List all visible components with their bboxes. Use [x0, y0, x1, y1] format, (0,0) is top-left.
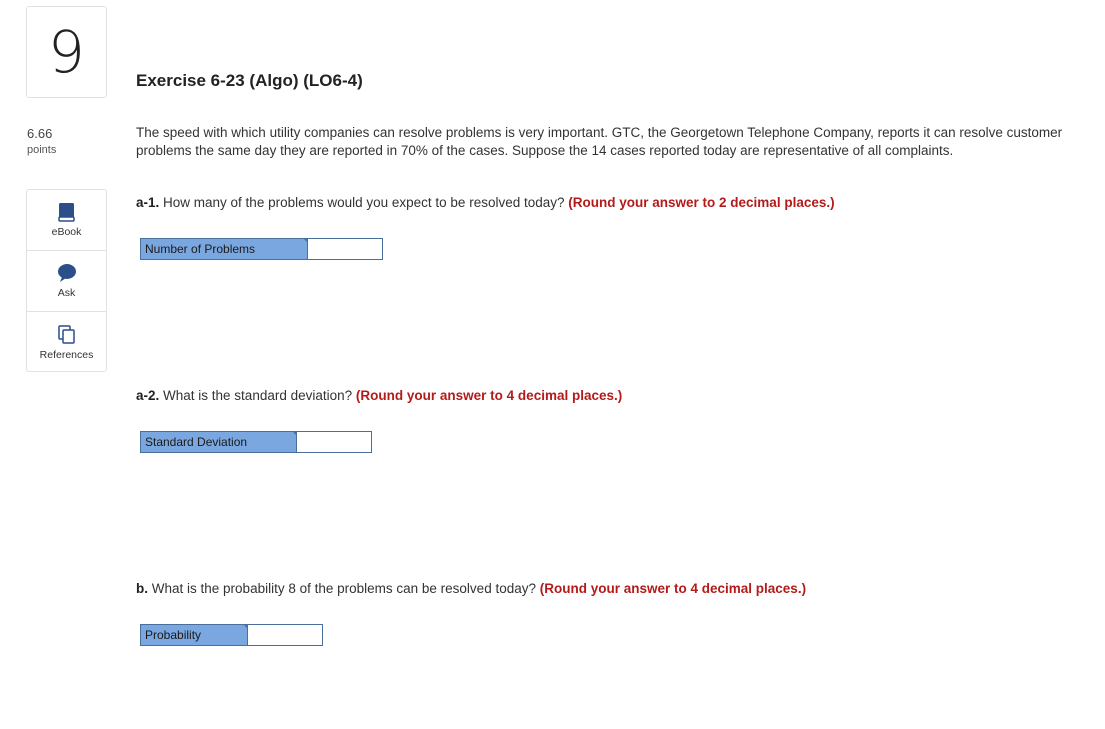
part-label: b.	[136, 581, 148, 596]
answer-cell	[296, 432, 371, 452]
answer-row-standard-deviation: Standard Deviation	[140, 431, 372, 453]
ask-button[interactable]: Ask	[27, 251, 106, 312]
standard-deviation-input[interactable]	[297, 432, 371, 452]
part-label: a-1.	[136, 195, 160, 210]
question-part-b: b. What is the probability 8 of the prob…	[136, 581, 806, 596]
answer-row-probability: Probability	[140, 624, 323, 646]
question-part-a1: a-1. How many of the problems would you …	[136, 195, 835, 210]
question-number: 9	[48, 18, 85, 86]
book-icon	[57, 202, 76, 222]
part-text: What is the standard deviation?	[163, 388, 353, 403]
number-of-problems-input[interactable]	[308, 239, 382, 259]
documents-icon	[57, 324, 76, 345]
question-part-a2: a-2. What is the standard deviation? (Ro…	[136, 388, 622, 403]
question-number-box: 9	[26, 6, 107, 98]
references-label: References	[39, 348, 94, 361]
references-button[interactable]: References	[27, 312, 106, 373]
part-text: How many of the problems would you expec…	[163, 195, 565, 210]
points-label: points	[27, 144, 57, 156]
part-text: What is the probability 8 of the problem…	[151, 581, 536, 596]
tools-panel: eBook Ask References	[26, 189, 107, 372]
answer-label: Standard Deviation	[141, 431, 297, 452]
answer-cell	[307, 239, 382, 259]
rounding-instruction: (Round your answer to 2 decimal places.)	[568, 195, 835, 210]
answer-label: Probability	[141, 624, 248, 645]
answer-label: Number of Problems	[141, 238, 308, 259]
rounding-instruction: (Round your answer to 4 decimal places.)	[539, 581, 807, 596]
answer-row-number-of-problems: Number of Problems	[140, 238, 383, 260]
rounding-instruction: (Round your answer to 4 decimal places.)	[355, 388, 623, 403]
ask-label: Ask	[57, 287, 76, 299]
part-label: a-2.	[136, 388, 160, 403]
ebook-label: eBook	[51, 226, 82, 238]
ebook-button[interactable]: eBook	[27, 190, 106, 251]
points-value: 6.66	[27, 126, 53, 141]
chat-bubble-icon	[57, 263, 77, 283]
answer-cell	[247, 625, 322, 645]
exercise-title: Exercise 6-23 (Algo) (LO6-4)	[136, 71, 363, 90]
question-stem: The speed with which utility companies c…	[136, 125, 1063, 158]
probability-input[interactable]	[248, 625, 322, 645]
